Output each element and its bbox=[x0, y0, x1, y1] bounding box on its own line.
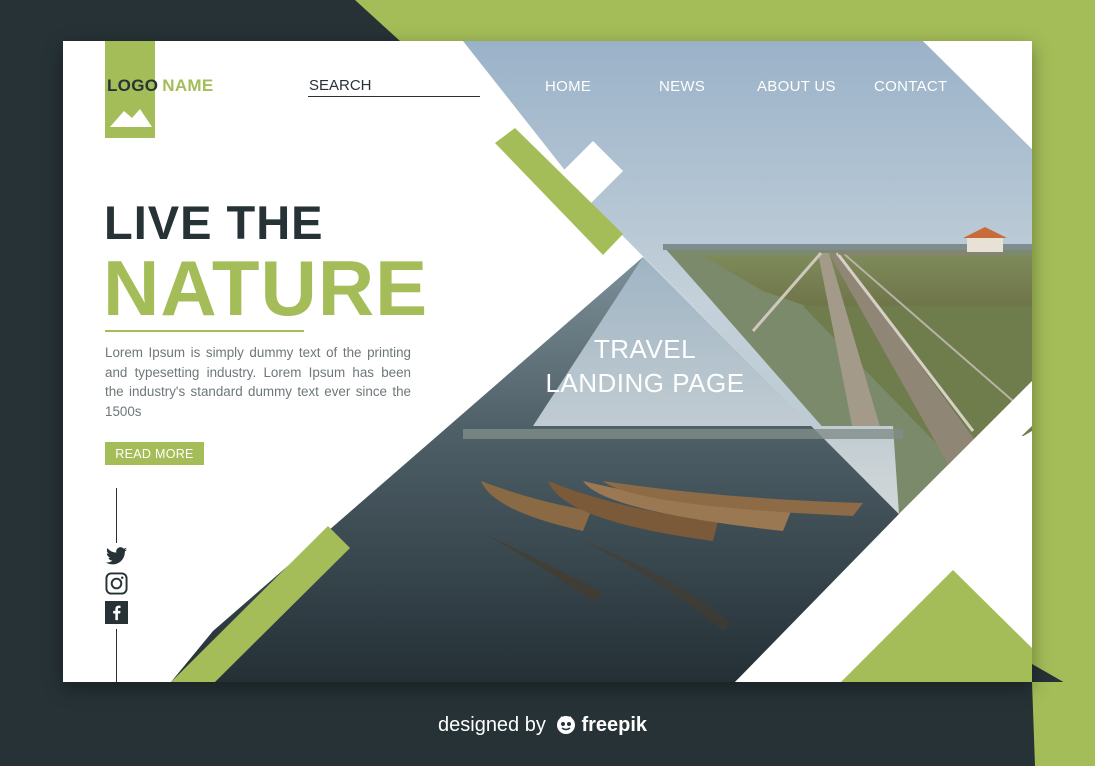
landing-page: LOGONAME HOME NEWS ABOUT US CONTACT LIVE… bbox=[63, 41, 1032, 682]
twitter-icon[interactable] bbox=[105, 545, 128, 568]
search-input[interactable] bbox=[308, 77, 480, 97]
facebook-icon[interactable] bbox=[105, 601, 128, 624]
instagram-icon[interactable] bbox=[105, 572, 128, 595]
hero-body-text: Lorem Ipsum is simply dummy text of the … bbox=[105, 345, 411, 419]
read-more-button[interactable]: READ MORE bbox=[105, 442, 204, 465]
logo-word-2: NAME bbox=[162, 76, 214, 95]
social-line-top bbox=[116, 488, 117, 543]
freepik-mascot-icon bbox=[557, 716, 576, 734]
hero-title-line-2: NATURE bbox=[103, 244, 429, 332]
social-line-bottom bbox=[116, 629, 117, 682]
logo-word-1: LOGO bbox=[107, 76, 159, 95]
nav-about-us[interactable]: ABOUT US bbox=[757, 78, 836, 95]
credit-prefix: designed by bbox=[438, 714, 546, 736]
nav-home[interactable]: HOME bbox=[545, 78, 591, 95]
hero-divider bbox=[105, 330, 304, 332]
feature-line-1: TRAVEL bbox=[593, 334, 697, 364]
nav-contact[interactable]: CONTACT bbox=[874, 78, 947, 95]
designer-credit: designed by freepik bbox=[438, 713, 647, 737]
feature-line-2: LANDING PAGE bbox=[545, 368, 745, 398]
logo-text[interactable]: LOGO NAME bbox=[107, 76, 214, 96]
mountain-icon bbox=[110, 109, 152, 127]
hero-title-line-1: LIVE THE bbox=[104, 196, 324, 249]
credit-brand: freepik bbox=[581, 714, 648, 736]
nav-news[interactable]: NEWS bbox=[659, 78, 705, 95]
feature-title: TRAVEL LANDING PAGE bbox=[533, 332, 757, 400]
